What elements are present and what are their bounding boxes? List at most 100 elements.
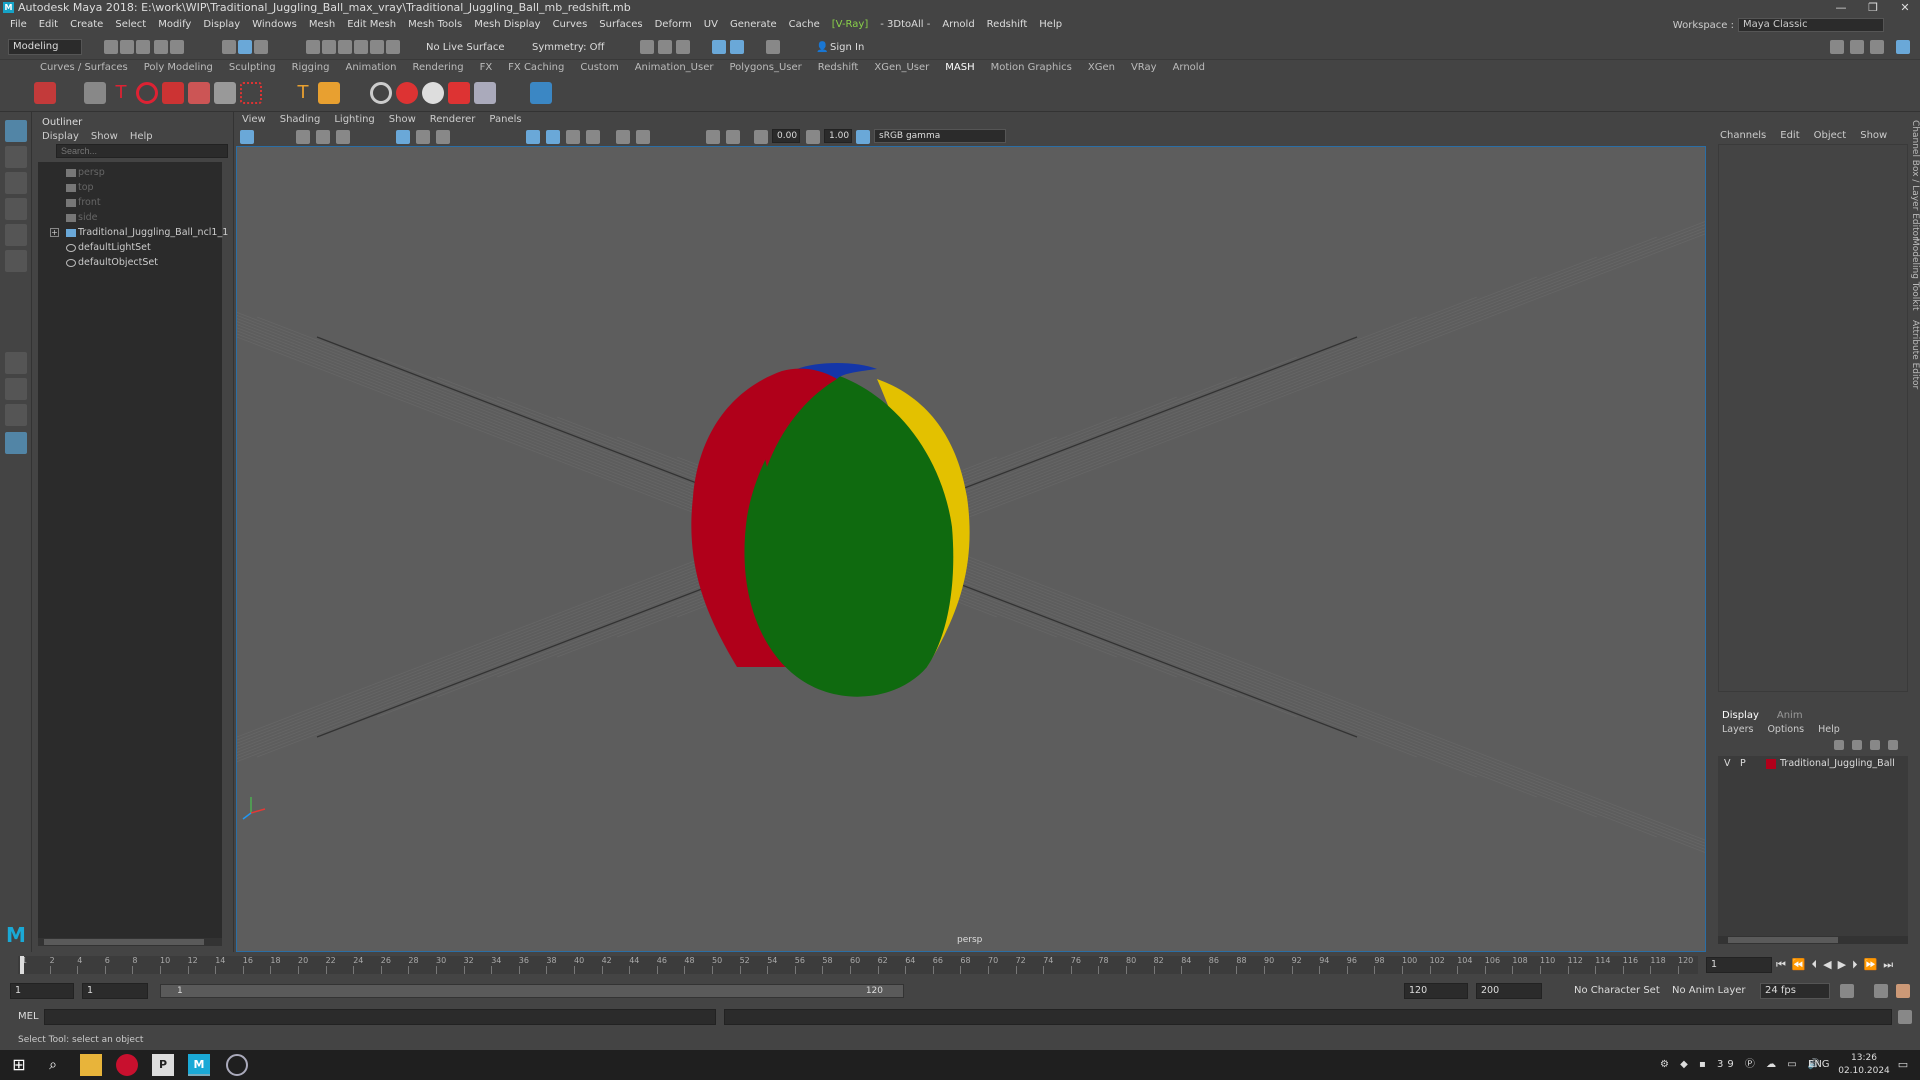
select-hierarchy-icon[interactable]: [222, 40, 236, 54]
vp-menu-show[interactable]: Show: [389, 114, 416, 125]
animation-preferences-icon[interactable]: [1896, 984, 1910, 998]
outliner-hscrollbar[interactable]: [38, 938, 222, 946]
mash-points-icon[interactable]: [240, 82, 262, 104]
menu-create[interactable]: Create: [64, 16, 109, 34]
list-item[interactable]: defaultLightSet: [66, 241, 151, 255]
layer-color-swatch[interactable]: [1766, 759, 1776, 769]
mash-logo-icon[interactable]: [34, 82, 56, 104]
snap-pivot-icon[interactable]: [386, 40, 400, 54]
notifications-icon[interactable]: ▭: [1892, 1054, 1914, 1076]
shelf-tab-curves-surfaces[interactable]: Curves / Surfaces: [32, 60, 136, 76]
shelf-tab-rigging[interactable]: Rigging: [284, 60, 338, 76]
menu-help[interactable]: Help: [1033, 16, 1068, 34]
list-item[interactable]: persp: [66, 166, 105, 180]
menu-mesh-tools[interactable]: Mesh Tools: [402, 16, 468, 34]
shelf-tab-animation[interactable]: Animation: [338, 60, 405, 76]
layer-tab-display[interactable]: Display: [1722, 710, 1759, 721]
mash-orient-icon[interactable]: [422, 82, 444, 104]
juggling-ball[interactable]: [691, 363, 970, 697]
menu-modify[interactable]: Modify: [152, 16, 197, 34]
shelf-tab-redshift[interactable]: Redshift: [810, 60, 867, 76]
lasso-tool-icon[interactable]: [5, 146, 27, 168]
layer-menu-help[interactable]: Help: [1818, 724, 1840, 735]
vp-menu-lighting[interactable]: Lighting: [334, 114, 374, 125]
shelf-tab-xgen[interactable]: XGen: [1080, 60, 1123, 76]
shelf-tab-rendering[interactable]: Rendering: [404, 60, 471, 76]
start-time-field[interactable]: 1: [10, 983, 74, 999]
windows-start-icon[interactable]: ⊞: [8, 1054, 30, 1076]
vp-menu-shading[interactable]: Shading: [280, 114, 321, 125]
menu-vray[interactable]: [V-Ray]: [826, 16, 874, 34]
exposure-field[interactable]: 0.00: [772, 129, 800, 143]
layer-playback-toggle[interactable]: P: [1740, 756, 1746, 772]
mel-label[interactable]: MEL: [18, 1010, 39, 1024]
select-tool-icon[interactable]: [5, 120, 27, 142]
redo-icon[interactable]: [170, 40, 184, 54]
menu-deform[interactable]: Deform: [649, 16, 698, 34]
two-view-icon[interactable]: [5, 404, 27, 426]
character-set-dropdown[interactable]: No Character Set: [1574, 984, 1660, 998]
language-indicator[interactable]: ENG: [1808, 1058, 1830, 1072]
layer-menu-options[interactable]: Options: [1767, 724, 1804, 735]
search-icon[interactable]: ⌕: [42, 1054, 64, 1076]
new-layer-from-selection-icon[interactable]: [1888, 740, 1898, 750]
layer-row[interactable]: V P Traditional_Juggling_Ball: [1718, 756, 1908, 772]
grid-toggle-icon[interactable]: [396, 130, 410, 144]
pause-icon[interactable]: [766, 40, 780, 54]
list-item[interactable]: side: [66, 211, 97, 225]
go-to-start-icon[interactable]: ⏮: [1776, 958, 1792, 971]
shelf-tab-arnold[interactable]: Arnold: [1165, 60, 1213, 76]
image-plane-icon[interactable]: [316, 130, 330, 144]
modeling-toolkit-icon[interactable]: [1830, 40, 1844, 54]
outliner-search-input[interactable]: [56, 144, 228, 158]
menu-redshift[interactable]: Redshift: [981, 16, 1034, 34]
side-tab-channel-box[interactable]: Channel Box / Layer Editor: [1910, 120, 1920, 240]
shelf-tab-poly-modeling[interactable]: Poly Modeling: [136, 60, 221, 76]
menu-surfaces[interactable]: Surfaces: [593, 16, 648, 34]
minimize-button[interactable]: —: [1826, 0, 1856, 16]
attribute-editor-icon[interactable]: [1850, 40, 1864, 54]
live-surface-label[interactable]: No Live Surface: [426, 41, 504, 55]
tray-icons[interactable]: ⚙ ◆ ▪: [1660, 1059, 1710, 1070]
auto-key-icon[interactable]: [1874, 984, 1888, 998]
cb-menu-channels[interactable]: Channels: [1720, 130, 1766, 141]
move-tool-icon[interactable]: [5, 198, 27, 220]
paint-select-icon[interactable]: [5, 172, 27, 194]
shelf-tab-polygons-user[interactable]: Polygons_User: [721, 60, 809, 76]
end-time-field[interactable]: 200: [1476, 983, 1542, 999]
cb-menu-edit[interactable]: Edit: [1780, 130, 1799, 141]
snap-surface-icon[interactable]: [370, 40, 384, 54]
outliner-menu-help[interactable]: Help: [130, 130, 153, 144]
side-tab-attribute-editor[interactable]: Attribute Editor: [1910, 320, 1920, 389]
snap-grid-icon[interactable]: [306, 40, 320, 54]
shelf-tab-animation-user[interactable]: Animation_User: [627, 60, 722, 76]
mash-drop-icon[interactable]: [162, 82, 184, 104]
time-slider-track[interactable]: 1 2 4 6 8 10 12 14 16 18 20 22 24 26 28 30 32 34 36 38 40 42 4…: [18, 956, 1698, 974]
current-frame-field[interactable]: 1: [1706, 957, 1772, 973]
layer-menu-layers[interactable]: Layers: [1722, 724, 1753, 735]
select-object-icon[interactable]: [238, 40, 252, 54]
list-item[interactable]: defaultObjectSet: [66, 256, 158, 270]
new-scene-icon[interactable]: [104, 40, 118, 54]
outliner-layout-icon[interactable]: [5, 432, 27, 454]
move-layer-up-icon[interactable]: [1834, 740, 1844, 750]
bookmark-icon[interactable]: [296, 130, 310, 144]
camera-attributes-icon[interactable]: [336, 130, 350, 144]
list-item[interactable]: + Traditional_Juggling_Ball_ncl1_1: [50, 226, 228, 240]
close-button[interactable]: ✕: [1890, 0, 1920, 16]
camera-select-icon[interactable]: [240, 130, 254, 144]
snap-view-icon[interactable]: [354, 40, 368, 54]
select-component-icon[interactable]: [254, 40, 268, 54]
new-empty-layer-icon[interactable]: [1870, 740, 1880, 750]
mel-input[interactable]: [44, 1009, 716, 1025]
menu-mesh[interactable]: Mesh: [303, 16, 341, 34]
undo-icon[interactable]: [154, 40, 168, 54]
exposure-icon[interactable]: [754, 130, 768, 144]
four-view-icon[interactable]: [5, 378, 27, 400]
mash-grid-icon[interactable]: [214, 82, 236, 104]
xray-icon[interactable]: [706, 130, 720, 144]
shelf-tab-custom[interactable]: Custom: [572, 60, 626, 76]
side-tab-modeling-toolkit[interactable]: Modeling Toolkit: [1910, 238, 1920, 311]
shelf-tab-mash[interactable]: MASH: [937, 60, 982, 76]
mash-world-icon[interactable]: [396, 82, 418, 104]
